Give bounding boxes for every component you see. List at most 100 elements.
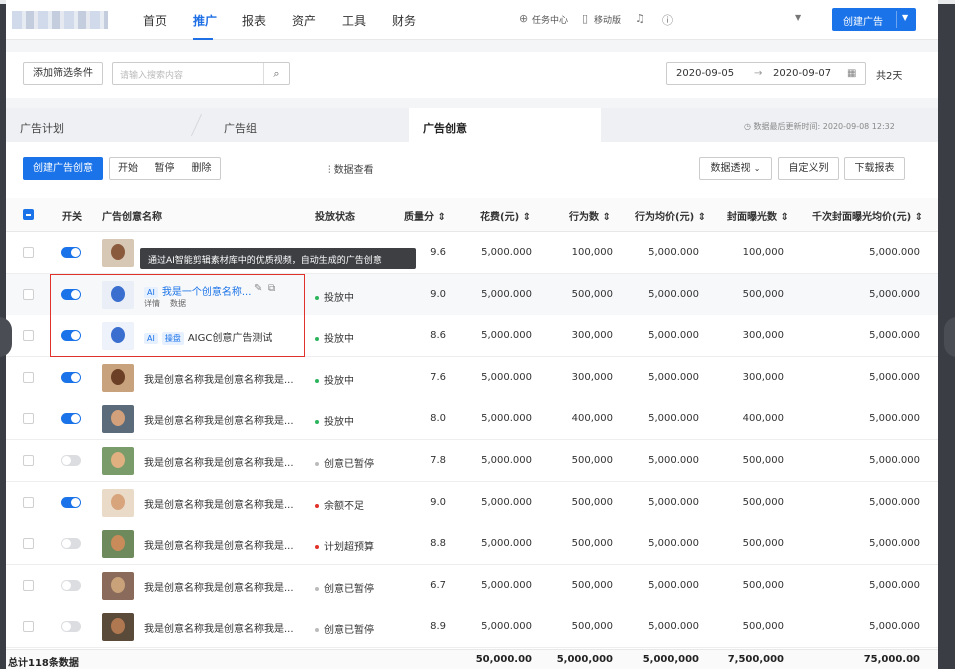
delete-button[interactable]: 删除	[183, 157, 221, 180]
search-input[interactable]: 请输入搜索内容 ⌕	[112, 62, 290, 85]
help-icon[interactable]: ⓘ	[662, 12, 673, 28]
tab-ad-plan[interactable]: 广告计划	[6, 108, 196, 142]
status-dot	[315, 503, 319, 508]
status-badge: 投放中	[315, 330, 354, 345]
download-report-button[interactable]: 下载报表	[844, 157, 905, 180]
nav-finance[interactable]: 财务	[392, 12, 416, 29]
table-row[interactable]: 我是创意名称我是创意名称我是... 投放中 8.0 5,000.000 400,000 5…	[6, 398, 938, 441]
table-row[interactable]: 我是创意名称我是创意名称我是... 余额不足 9.0 5,000.000 500,000…	[6, 481, 938, 524]
creative-thumbnail[interactable]	[102, 447, 134, 475]
search-icon[interactable]: ⌕	[263, 63, 289, 84]
row-switch-toggle[interactable]	[61, 538, 81, 550]
creative-thumbnail[interactable]	[102, 571, 134, 600]
creative-name[interactable]: 我是创意名称我是创意名称我是...	[144, 371, 294, 386]
create-ad-button[interactable]: 创建广告 ▼	[832, 8, 916, 31]
sort-icon[interactable]: ⇕	[780, 212, 788, 223]
row-switch-toggle[interactable]	[61, 455, 81, 466]
col-cpm[interactable]: 千次封面曝光均价(元) ⇕	[812, 208, 923, 223]
col-cover-impr[interactable]: 封面曝光数 ⇕	[727, 208, 789, 223]
nav-assets[interactable]: 资产	[292, 12, 316, 29]
creative-thumbnail[interactable]	[102, 530, 134, 559]
status-text: 投放中	[324, 375, 354, 387]
creative-name[interactable]: 我是创意名称我是创意名称我是...	[144, 454, 294, 469]
row-checkbox[interactable]	[23, 247, 34, 258]
row-checkbox[interactable]	[23, 330, 34, 342]
status-dot	[315, 545, 319, 550]
row-checkbox[interactable]	[23, 621, 34, 633]
sort-icon[interactable]: ⇕	[523, 212, 531, 223]
pivot-button[interactable]: 数据透视 ⌄	[699, 157, 772, 180]
cell-actions: 300,000	[571, 330, 613, 342]
start-button[interactable]: 开始	[109, 157, 147, 180]
row-switch-toggle[interactable]	[61, 247, 81, 258]
creative-thumbnail[interactable]	[102, 405, 134, 434]
nav-reports[interactable]: 报表	[242, 12, 266, 29]
col-cost[interactable]: 花费(元) ⇕	[480, 208, 531, 223]
create-creative-button[interactable]: 创建广告创意	[23, 157, 103, 180]
cell-cover-impr: 500,000	[742, 455, 784, 466]
col-quality[interactable]: 质量分 ⇕	[404, 208, 446, 223]
cell-cpm: 5,000.000	[869, 247, 920, 258]
select-all-checkbox[interactable]	[23, 209, 34, 220]
tab-ad-creative[interactable]: 广告创意	[409, 108, 601, 142]
creative-thumbnail[interactable]	[102, 613, 134, 642]
row-switch-toggle[interactable]	[61, 579, 81, 591]
col-avg-price[interactable]: 行为均价(元) ⇕	[635, 208, 706, 223]
button-separator	[896, 11, 897, 28]
date-range-picker[interactable]: 2020-09-05 → 2020-09-07 ▦	[666, 62, 866, 85]
row-switch-toggle[interactable]	[61, 496, 81, 508]
sort-icon[interactable]: ⇕	[437, 212, 445, 223]
add-filter-button[interactable]: 添加筛选条件	[23, 62, 103, 85]
sort-icon[interactable]: ⇕	[602, 212, 610, 223]
creative-name[interactable]: 我是创意名称我是创意名称我是...	[144, 620, 294, 635]
thumbnail-face	[111, 576, 125, 593]
row-checkbox[interactable]	[23, 579, 34, 591]
app-window: 首页 推广 报表 资产 工具 财务 ⊕ 任务中心 ▯ 移动版 ♫ ⓘ ▼ 创建广…	[6, 0, 938, 669]
creative-name[interactable]: 我是创意名称我是创意名称我是...	[144, 496, 294, 511]
col-status[interactable]: 投放状态	[315, 208, 355, 223]
row-switch-toggle[interactable]	[61, 371, 81, 383]
tab-ad-group[interactable]: 广告组	[210, 108, 400, 142]
table-row[interactable]: 我是创意名称我是创意名称我是... 创意已暂停 6.7 5,000.000 500,00…	[6, 564, 938, 607]
task-center-link[interactable]: 任务中心	[532, 13, 568, 26]
cell-cpm: 5,000.000	[869, 288, 920, 300]
data-view-link[interactable]: ⫶ 数据查看	[328, 161, 374, 176]
creative-thumbnail[interactable]	[102, 488, 134, 517]
row-checkbox[interactable]	[23, 288, 34, 300]
creative-thumbnail[interactable]	[102, 363, 134, 392]
row-checkbox[interactable]	[23, 538, 34, 550]
row-checkbox[interactable]	[23, 496, 34, 508]
cell-cost: 5,000.000	[481, 288, 532, 300]
table-row[interactable]: 我是创意名称我是创意名称我是... 创意已暂停 7.8 5,000.000 500,00…	[6, 440, 938, 482]
status-text: 余额不足	[324, 500, 364, 512]
nav-home[interactable]: 首页	[143, 12, 167, 29]
row-checkbox[interactable]	[23, 413, 34, 425]
row-checkbox[interactable]	[23, 455, 34, 466]
creative-thumbnail[interactable]	[102, 239, 134, 267]
row-switch-toggle[interactable]	[61, 621, 81, 633]
status-dot	[315, 462, 319, 466]
sort-icon[interactable]: ⇕	[915, 212, 923, 223]
row-checkbox[interactable]	[23, 371, 34, 383]
creative-name[interactable]: 我是创意名称我是创意名称我是...	[144, 537, 294, 552]
creative-name[interactable]: 我是创意名称我是创意名称我是...	[144, 579, 294, 594]
col-actions[interactable]: 行为数 ⇕	[569, 208, 611, 223]
nav-tools[interactable]: 工具	[342, 12, 366, 29]
pause-button[interactable]: 暂停	[146, 157, 184, 180]
cell-cover-impr: 500,000	[742, 288, 784, 300]
bell-icon[interactable]: ♫	[635, 12, 645, 25]
custom-columns-button[interactable]: 自定义列	[778, 157, 839, 180]
nav-promotion[interactable]: 推广	[193, 12, 217, 29]
mobile-version-link[interactable]: 移动版	[594, 13, 621, 26]
table-row[interactable]: 我是创意名称我是创意名称我是... 计划超预算 8.8 5,000.000 500,00…	[6, 523, 938, 566]
sort-icon[interactable]: ⇕	[698, 212, 706, 223]
table-row[interactable]: 我是创意名称我是创意名称我是... 投放中 7.6 5,000.000 300,000 5…	[6, 356, 938, 399]
row-switch-toggle[interactable]	[61, 413, 81, 425]
next-slide-button[interactable]	[944, 317, 955, 357]
chevron-down-icon[interactable]: ▼	[795, 13, 801, 22]
creative-name[interactable]: 我是创意名称我是创意名称我是...	[144, 412, 294, 427]
cell-cost: 5,000.000	[481, 330, 532, 342]
table-row[interactable]: 我是创意名称我是创意名称我是... 创意已暂停 8.9 5,000.000 500,00…	[6, 606, 938, 649]
chevron-down-icon[interactable]: ▼	[902, 13, 908, 22]
cell-actions: 500,000	[571, 621, 613, 633]
